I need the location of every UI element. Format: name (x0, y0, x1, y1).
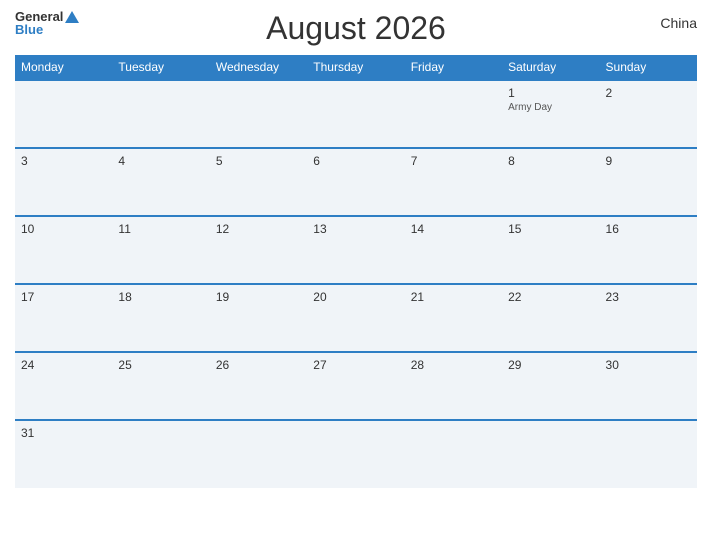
day-number: 13 (313, 222, 326, 236)
day-number: 21 (411, 290, 424, 304)
day-number: 5 (216, 154, 223, 168)
table-row: 13 (307, 216, 404, 284)
calendar-week-row: 3 4 5 6 7 8 9 (15, 148, 697, 216)
table-row: 25 (112, 352, 209, 420)
table-row: 27 (307, 352, 404, 420)
table-row: 29 (502, 352, 599, 420)
calendar-week-row: 24 25 26 27 28 29 30 (15, 352, 697, 420)
table-row (15, 80, 112, 148)
header: General Blue August 2026 China (15, 10, 697, 47)
day-number: 6 (313, 154, 320, 168)
day-number: 27 (313, 358, 326, 372)
day-number: 11 (118, 222, 130, 236)
logo-blue-text: Blue (15, 23, 79, 36)
day-number: 9 (606, 154, 613, 168)
table-row: 10 (15, 216, 112, 284)
table-row: 30 (600, 352, 697, 420)
table-row (210, 80, 307, 148)
day-number: 31 (21, 426, 34, 440)
day-number: 28 (411, 358, 424, 372)
table-row: 2 (600, 80, 697, 148)
col-saturday: Saturday (502, 55, 599, 80)
table-row: 17 (15, 284, 112, 352)
col-friday: Friday (405, 55, 502, 80)
day-number: 1 (508, 86, 515, 100)
col-tuesday: Tuesday (112, 55, 209, 80)
table-row: 22 (502, 284, 599, 352)
col-thursday: Thursday (307, 55, 404, 80)
table-row: 6 (307, 148, 404, 216)
day-number: 22 (508, 290, 521, 304)
day-number: 14 (411, 222, 424, 236)
page: General Blue August 2026 China Monday Tu… (0, 0, 712, 550)
table-row (307, 420, 404, 488)
day-number: 26 (216, 358, 229, 372)
table-row: 5 (210, 148, 307, 216)
calendar-week-row: 10 11 12 13 14 15 16 (15, 216, 697, 284)
day-number: 3 (21, 154, 28, 168)
table-row (405, 80, 502, 148)
table-row (307, 80, 404, 148)
calendar-title: August 2026 (266, 10, 446, 47)
table-row: 21 (405, 284, 502, 352)
table-row (405, 420, 502, 488)
calendar-week-row: 1 Army Day 2 (15, 80, 697, 148)
calendar-week-row: 31 (15, 420, 697, 488)
day-number: 4 (118, 154, 125, 168)
table-row: 12 (210, 216, 307, 284)
day-number: 23 (606, 290, 619, 304)
day-number: 7 (411, 154, 418, 168)
table-row: 18 (112, 284, 209, 352)
day-number: 15 (508, 222, 521, 236)
table-row (600, 420, 697, 488)
day-number: 18 (118, 290, 131, 304)
day-number: 10 (21, 222, 34, 236)
day-number: 2 (606, 86, 613, 100)
day-number: 29 (508, 358, 521, 372)
day-number: 8 (508, 154, 515, 168)
table-row: 1 Army Day (502, 80, 599, 148)
holiday-label: Army Day (508, 102, 593, 113)
table-row: 9 (600, 148, 697, 216)
table-row (112, 80, 209, 148)
logo: General Blue (15, 10, 79, 36)
table-row: 28 (405, 352, 502, 420)
day-number: 17 (21, 290, 34, 304)
calendar-table: Monday Tuesday Wednesday Thursday Friday… (15, 55, 697, 488)
table-row: 24 (15, 352, 112, 420)
day-number: 19 (216, 290, 229, 304)
table-row: 3 (15, 148, 112, 216)
table-row: 20 (307, 284, 404, 352)
country-label: China (660, 15, 697, 31)
day-number: 24 (21, 358, 34, 372)
table-row: 31 (15, 420, 112, 488)
day-number: 30 (606, 358, 619, 372)
table-row (210, 420, 307, 488)
table-row: 23 (600, 284, 697, 352)
table-row: 16 (600, 216, 697, 284)
table-row: 26 (210, 352, 307, 420)
day-number: 16 (606, 222, 619, 236)
table-row: 4 (112, 148, 209, 216)
logo-triangle-icon (65, 11, 79, 23)
col-wednesday: Wednesday (210, 55, 307, 80)
table-row (502, 420, 599, 488)
table-row: 7 (405, 148, 502, 216)
col-monday: Monday (15, 55, 112, 80)
calendar-week-row: 17 18 19 20 21 22 23 (15, 284, 697, 352)
table-row: 11 (112, 216, 209, 284)
calendar-header-row: Monday Tuesday Wednesday Thursday Friday… (15, 55, 697, 80)
table-row: 8 (502, 148, 599, 216)
col-sunday: Sunday (600, 55, 697, 80)
table-row: 15 (502, 216, 599, 284)
day-number: 25 (118, 358, 131, 372)
table-row (112, 420, 209, 488)
day-number: 20 (313, 290, 326, 304)
day-number: 12 (216, 222, 229, 236)
table-row: 14 (405, 216, 502, 284)
table-row: 19 (210, 284, 307, 352)
